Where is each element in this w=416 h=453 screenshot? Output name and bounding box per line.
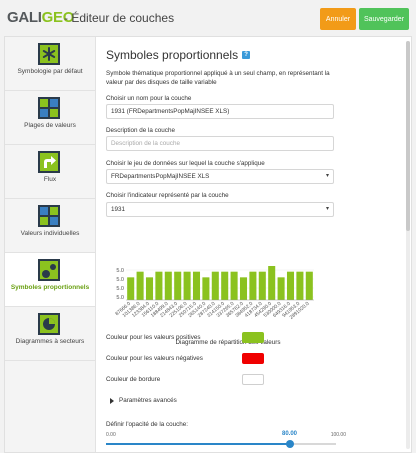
opacity-slider[interactable] xyxy=(106,440,336,448)
chart-bar xyxy=(268,266,276,300)
chart-y-tick-label: 5.0 xyxy=(116,277,124,283)
header-bar: GALIGEO - Éditeur de couches Annuler Sau… xyxy=(0,0,416,36)
sidebar-item-label: Valeurs individuelles xyxy=(20,230,80,237)
section-title: Symboles proportionnels xyxy=(106,48,239,62)
chart-bar xyxy=(136,271,144,300)
content-scrollbar[interactable] xyxy=(406,41,410,449)
opacity-min-label: 0.00 xyxy=(106,432,116,438)
negative-color-swatch[interactable] xyxy=(242,353,264,364)
layer-name-input[interactable]: 1931 (FRDepartmentsPopMajINSEE XLS) xyxy=(106,104,334,119)
chart-bar xyxy=(249,271,257,300)
help-icon[interactable]: ? xyxy=(242,51,251,59)
border-color-label: Couleur de bordure xyxy=(106,376,161,383)
chart-bar xyxy=(155,271,163,300)
sidebar-item-label: Symbologie par défaut xyxy=(17,68,83,75)
scrollbar-thumb[interactable] xyxy=(406,41,410,231)
chart-bar xyxy=(239,277,248,300)
indicator-select[interactable]: 1931 ▾ xyxy=(106,202,334,217)
dataset-select-value: FRDepartmentsPopMajINSEE XLS xyxy=(111,173,210,180)
chart-bar xyxy=(174,271,182,300)
sidebar-item-value-ranges[interactable]: Plages de valeurs xyxy=(5,91,95,145)
positive-color-label: Couleur pour les valeurs positives xyxy=(106,334,201,341)
opacity-label: Définir l'opacité de la couche: xyxy=(106,421,189,428)
chart-bar xyxy=(183,271,191,300)
section-header: Symboles proportionnels ? xyxy=(106,48,251,62)
layer-settings-form: Symboles proportionnels ? Symbole thémat… xyxy=(106,37,346,452)
logo-gali-text: GALI xyxy=(7,9,42,26)
chart-bar xyxy=(230,271,238,300)
symbology-sidebar: Symbologie par défaut Plages de valeurs … xyxy=(5,37,96,452)
sidebar-item-flux[interactable]: Flux xyxy=(5,145,95,199)
indicator-select-value: 1931 xyxy=(111,206,126,213)
positive-color-row: Couleur pour les valeurs positives xyxy=(106,332,336,344)
chart-bar xyxy=(211,271,219,300)
sidebar-item-label: Symboles proportionnels xyxy=(10,284,90,291)
sidebar-item-label: Flux xyxy=(43,176,57,183)
opacity-value-label: 80.00 xyxy=(282,431,298,437)
chart-bar xyxy=(164,271,172,300)
save-button[interactable]: Sauvegarder xyxy=(359,8,409,30)
page-title: - Éditeur de couches xyxy=(64,11,175,25)
sidebar-item-proportional-symbols[interactable]: Symboles proportionnels xyxy=(5,253,95,307)
chart-y-tick-label: 5.0 xyxy=(116,286,124,292)
caret-right-icon xyxy=(110,397,114,404)
chart-bar xyxy=(296,271,304,300)
sidebar-item-label: Plages de valeurs xyxy=(24,122,76,129)
opacity-max-label: 100.00 xyxy=(330,432,346,438)
border-color-row: Couleur de bordure xyxy=(106,374,336,386)
chevron-down-icon: ▾ xyxy=(325,206,329,212)
sidebar-item-individual-values[interactable]: Valeurs individuelles xyxy=(5,199,95,253)
chart-bar xyxy=(277,277,285,300)
chart-bar xyxy=(258,271,266,300)
chart-bar xyxy=(286,271,295,300)
dataset-label: Choisir le jeu de données sur lequel la … xyxy=(106,160,265,167)
asterisk-icon xyxy=(38,43,60,65)
chevron-down-icon: ▾ xyxy=(325,173,329,179)
chart-bar xyxy=(305,271,313,300)
sidebar-item-pie-charts[interactable]: Diagrammes à secteurs xyxy=(5,307,95,361)
value-ranges-icon xyxy=(38,97,60,119)
advanced-settings-toggle[interactable]: Paramètres avancés xyxy=(110,397,177,404)
flux-arrow-icon xyxy=(38,151,60,173)
chart-bar xyxy=(221,271,229,300)
sidebar-item-label: Diagrammes à secteurs xyxy=(15,338,85,345)
editor-panel: Symbologie par défaut Plages de valeurs … xyxy=(4,36,412,453)
advanced-settings-label: Paramètres avancés xyxy=(119,397,177,404)
opacity-slider-thumb[interactable] xyxy=(286,440,294,448)
border-color-swatch[interactable] xyxy=(242,374,264,385)
cancel-button[interactable]: Annuler xyxy=(320,8,356,30)
layer-description-label: Description de la couche xyxy=(106,127,175,134)
indicator-label: Choisir l'indicateur représenté par la c… xyxy=(106,192,229,199)
chart-bar xyxy=(192,271,201,300)
dataset-select[interactable]: FRDepartmentsPopMajINSEE XLS ▾ xyxy=(106,169,334,184)
chart-y-tick-label: 5.0 xyxy=(116,268,124,274)
negative-color-row: Couleur pour les valeurs négatives xyxy=(106,353,336,365)
layer-name-label: Choisir un nom pour la couche xyxy=(106,95,192,102)
sidebar-item-default-symbology[interactable]: Symbologie par défaut xyxy=(5,37,95,91)
chart-bar xyxy=(127,277,135,300)
layer-description-input[interactable]: Description de la couche xyxy=(106,136,334,151)
negative-color-label: Couleur pour les valeurs négatives xyxy=(106,355,203,362)
individual-values-icon xyxy=(38,205,60,227)
opacity-slider-fill xyxy=(106,443,290,445)
positive-color-swatch[interactable] xyxy=(242,332,264,343)
chart-bar xyxy=(145,277,154,300)
section-description: Symbole thématique proportionnel appliqu… xyxy=(106,70,330,86)
proportional-symbols-icon xyxy=(38,259,60,281)
chart-y-tick-label: 5.0 xyxy=(116,295,124,301)
chart-bar xyxy=(202,277,210,300)
pie-chart-icon xyxy=(38,313,60,335)
